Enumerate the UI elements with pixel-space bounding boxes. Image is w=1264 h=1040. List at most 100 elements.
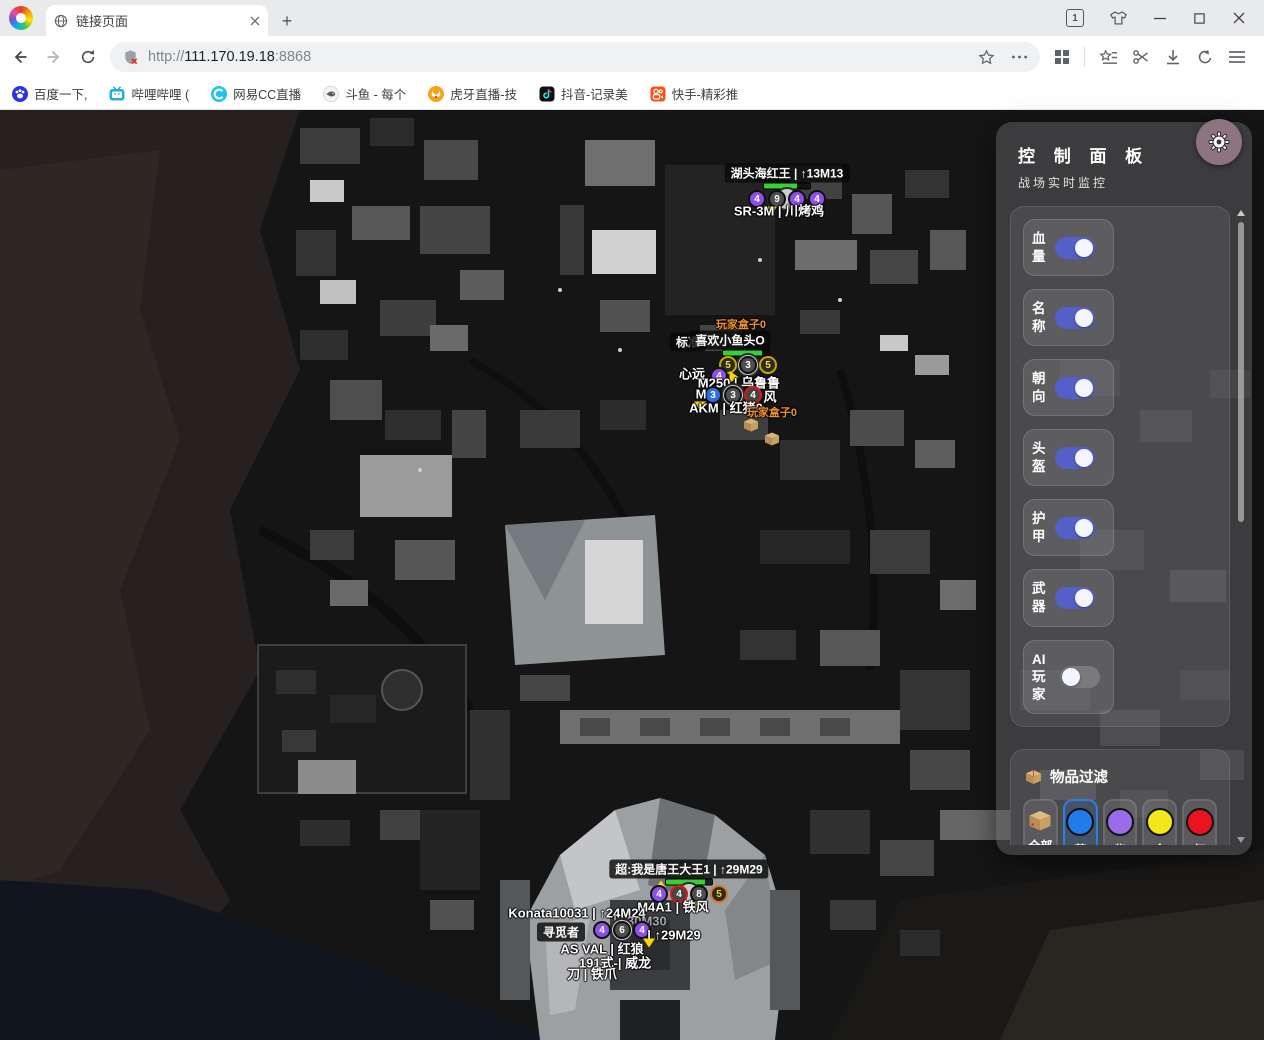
level-badge: 3: [739, 356, 757, 374]
map-marker-pill: 超:我是唐王大王1 | ↑29M29: [609, 860, 768, 879]
toolbar-divider: [1084, 47, 1085, 67]
bookmark-star-icon[interactable]: [978, 49, 995, 66]
map-marker-plain: | ↑29M29: [647, 928, 701, 943]
toggle-switch[interactable]: [1060, 666, 1100, 688]
download-icon[interactable]: [1164, 48, 1182, 66]
bookmark-label: 快手-精彩推: [672, 84, 739, 103]
douyin-note-icon: [539, 86, 555, 102]
filter-red-button[interactable]: 红: [1182, 799, 1217, 845]
toggle-switch[interactable]: [1055, 307, 1095, 329]
bookmark-douyin[interactable]: 抖音-记录美: [539, 84, 628, 103]
new-tab-button[interactable]: +: [274, 8, 300, 34]
map-marker-plain: 刀 | 铁爪: [567, 964, 617, 983]
browser-tab[interactable]: 链接页面: [46, 5, 268, 36]
toggle-label: AI玩家: [1032, 651, 1054, 704]
bookmark-douyu[interactable]: 斗鱼 - 每个: [323, 84, 406, 103]
filter-blue-button[interactable]: 蓝: [1063, 799, 1098, 845]
undo-icon[interactable]: [1196, 48, 1214, 66]
toggle-helmet[interactable]: 头盔: [1023, 429, 1114, 486]
level-badge: 5: [710, 885, 728, 903]
bookmark-label: 哔哩哔哩 (: [131, 84, 189, 103]
filter-label: 紫: [1114, 841, 1126, 845]
bookmark-bilibili[interactable]: 哔哩哔哩 (: [109, 84, 189, 103]
tab-close-icon[interactable]: [250, 16, 260, 26]
bookmark-huya[interactable]: 虎牙直播-技: [428, 84, 517, 103]
map-marker-plain: 风: [763, 387, 776, 406]
filter-gold-button[interactable]: 金: [1142, 799, 1177, 845]
menu-hamburger-icon[interactable]: [1228, 50, 1246, 64]
bookmark-baidu[interactable]: 百度一下,: [12, 84, 87, 103]
scrollbar-thumb[interactable]: [1238, 222, 1244, 522]
forward-button[interactable]: [40, 43, 68, 71]
more-options-icon[interactable]: [1011, 54, 1028, 60]
red-rarity-swatch: [1186, 808, 1214, 836]
level-badge: 6: [613, 921, 631, 939]
toggle-direction[interactable]: 朝向: [1023, 359, 1114, 416]
bookmark-label: 抖音-记录美: [561, 84, 628, 103]
scrollbar-down-arrow-icon[interactable]: [1237, 837, 1245, 843]
toggle-switch[interactable]: [1055, 447, 1095, 469]
toggle-switch[interactable]: [1055, 587, 1095, 609]
globe-icon: [54, 14, 68, 28]
item-filter-section: 物品过滤 全部 蓝 紫 金 红: [1010, 749, 1230, 845]
bookmarks-bar: 百度一下, 哔哩哔哩 ( 网易CC直播 斗鱼 - 每个 虎牙直播-技 抖音-记录…: [0, 78, 1264, 110]
toggle-label: 头盔: [1032, 440, 1049, 475]
url-host: 111.170.19.18: [184, 49, 275, 65]
refresh-icon: [80, 49, 96, 65]
minimize-icon[interactable]: [1153, 11, 1167, 25]
settings-button[interactable]: [1196, 119, 1242, 165]
url-text[interactable]: http://111.170.19.18:8868: [148, 49, 978, 65]
back-icon: [11, 48, 29, 66]
tab-title: 链接页面: [76, 11, 250, 30]
map-marker-badges: 464: [592, 921, 652, 939]
level-badge: 4: [593, 921, 611, 939]
toggle-ai-players[interactable]: AI玩家: [1023, 640, 1114, 715]
screenshot-scissors-icon[interactable]: [1132, 48, 1150, 66]
kuaishou-icon: [650, 86, 666, 102]
bookmark-cc[interactable]: 网易CC直播: [211, 84, 301, 103]
baidu-paw-icon: [12, 86, 28, 102]
box-icon: [1025, 768, 1042, 785]
maximize-icon[interactable]: [1193, 12, 1206, 25]
cc-live-icon: [211, 86, 227, 102]
close-icon[interactable]: [1232, 11, 1246, 25]
panel-scroll-area: 血量 名称 朝向 头盔 护甲 武器 AI玩家 物品过滤 全部 蓝 紫: [1010, 206, 1230, 845]
favorites-list-icon[interactable]: [1099, 49, 1118, 66]
filter-all-button[interactable]: 全部: [1023, 799, 1058, 845]
browser-toolbar: http://111.170.19.18:8868: [0, 36, 1264, 78]
refresh-button[interactable]: [74, 43, 102, 71]
toggle-weapon[interactable]: 武器: [1023, 569, 1114, 626]
loot-box-icon: [764, 431, 780, 452]
apps-grid-icon[interactable]: [1054, 49, 1070, 65]
purple-rarity-swatch: [1106, 808, 1134, 836]
theme-shirt-icon[interactable]: [1110, 11, 1127, 25]
gear-icon: [1207, 130, 1231, 154]
toggle-health[interactable]: 血量: [1023, 219, 1114, 276]
back-button[interactable]: [6, 43, 34, 71]
toggle-label: 名称: [1032, 300, 1049, 335]
bookmark-label: 斗鱼 - 每个: [345, 84, 406, 103]
browser-titlebar: 链接页面 + 1: [0, 0, 1264, 36]
map-marker-pill: 喜欢小鱼头O: [689, 331, 770, 350]
scrollbar-up-arrow-icon[interactable]: [1237, 210, 1245, 216]
huya-icon: [428, 86, 444, 102]
tab-count-badge[interactable]: 1: [1066, 9, 1084, 27]
filter-label: 全部: [1028, 837, 1052, 845]
bookmark-kuaishou[interactable]: 快手-精彩推: [650, 84, 739, 103]
item-filter-title: 物品过滤: [1050, 766, 1108, 787]
loot-box-icon: [743, 417, 759, 438]
toggle-armor[interactable]: 护甲: [1023, 499, 1114, 556]
toggle-name[interactable]: 名称: [1023, 289, 1114, 346]
filter-label: 蓝: [1074, 841, 1086, 845]
filter-label: 金: [1154, 841, 1166, 845]
control-panel: 控 制 面 板 战场实时监控 血量 名称 朝向 头盔 护甲 武器 AI玩家 物品…: [996, 122, 1252, 855]
panel-subtitle: 战场实时监控: [1018, 174, 1252, 191]
direction-arrow-icon: [643, 939, 655, 948]
url-bar[interactable]: http://111.170.19.18:8868: [110, 42, 1040, 72]
insecure-shield-icon[interactable]: [122, 49, 139, 66]
toggle-switch[interactable]: [1055, 377, 1095, 399]
panel-scrollbar[interactable]: [1236, 210, 1246, 843]
toggle-switch[interactable]: [1055, 237, 1095, 259]
toggle-switch[interactable]: [1055, 517, 1095, 539]
filter-purple-button[interactable]: 紫: [1103, 799, 1138, 845]
